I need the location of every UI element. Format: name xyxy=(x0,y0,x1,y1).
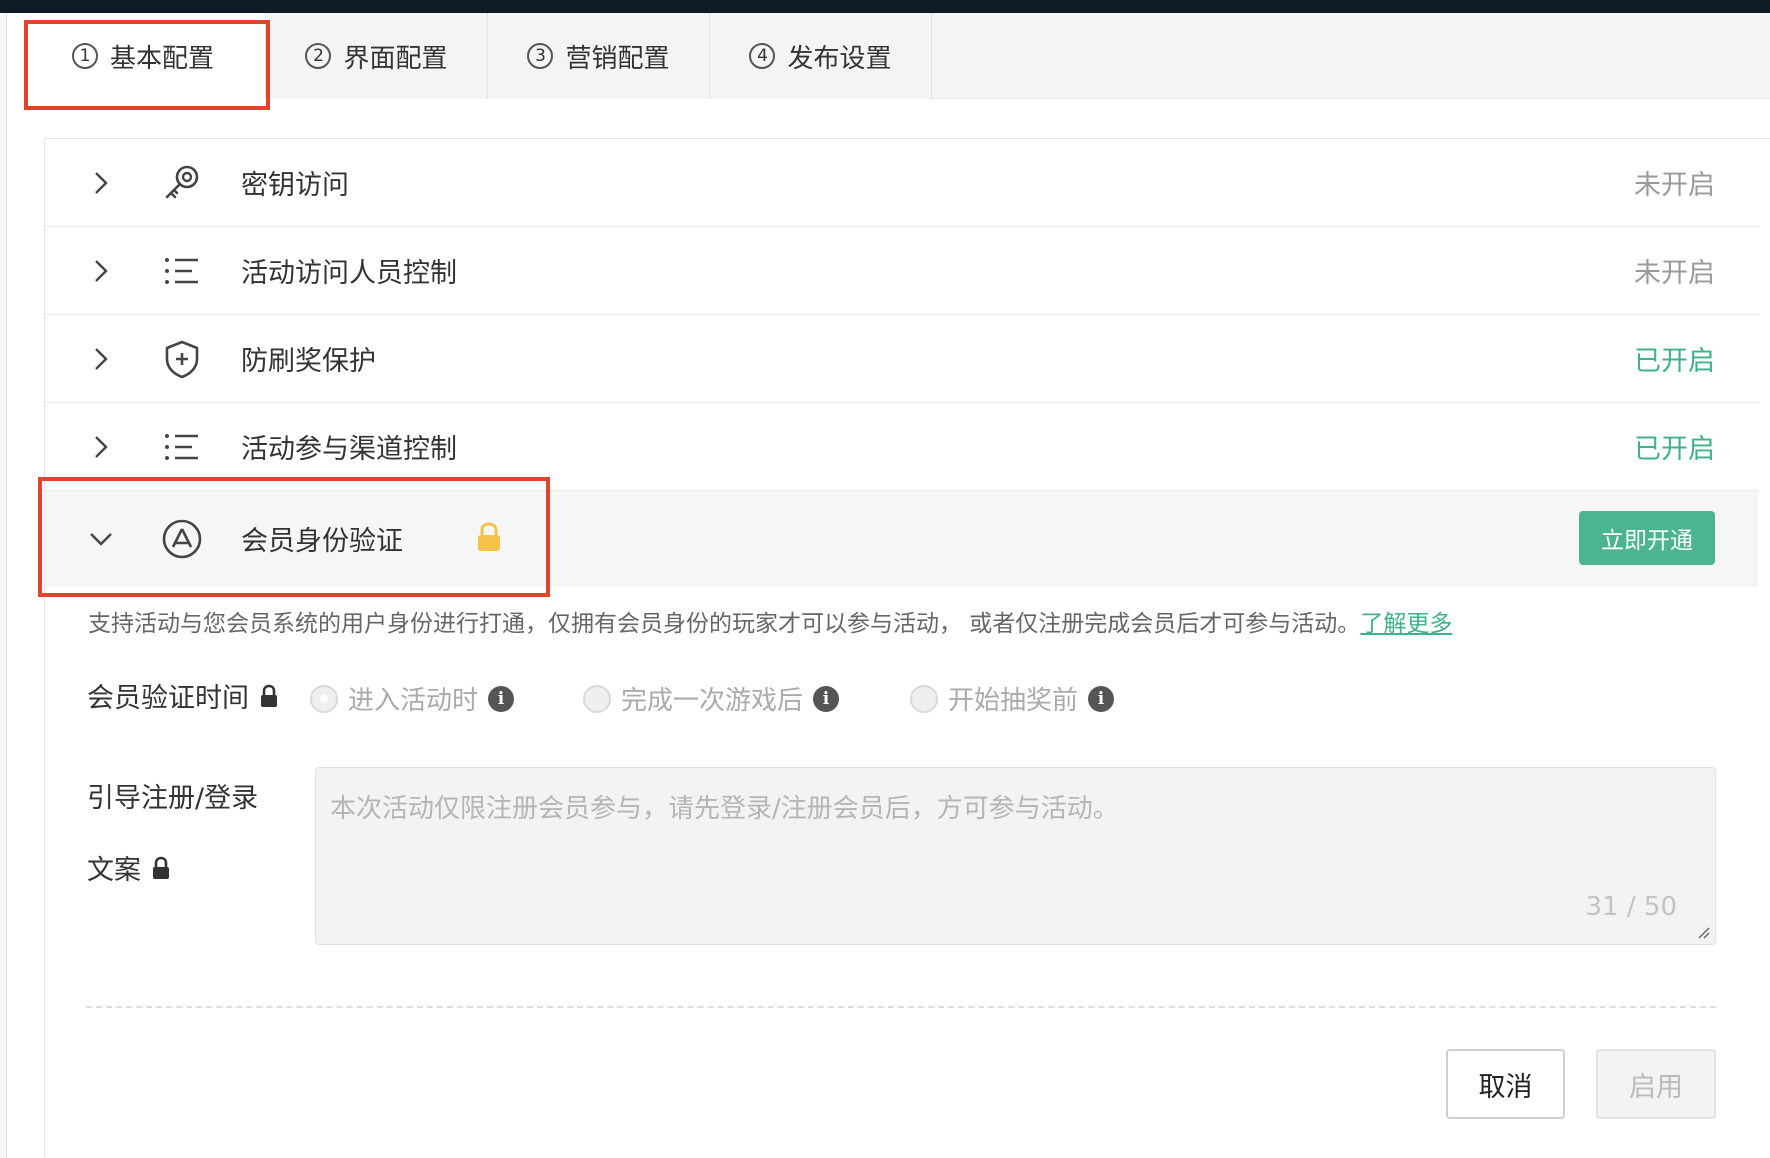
chevron-right-icon xyxy=(95,348,108,370)
guide-label-line1: 引导注册/登录 xyxy=(87,776,258,815)
step-number: 2 xyxy=(305,43,332,69)
row-anti-fraud[interactable]: 防刷奖保护 已开启 xyxy=(45,315,1758,403)
row-label: 活动参与渠道控制 xyxy=(241,434,457,465)
tab-marketing-config[interactable]: 3 营销配置 xyxy=(488,13,710,99)
guide-label-line2: 文案 xyxy=(87,848,171,887)
verify-time-label: 会员验证时间 xyxy=(87,676,279,715)
radio-button[interactable] xyxy=(583,684,611,713)
radio-enter-activity[interactable]: 进入活动时 i xyxy=(310,680,515,717)
left-gutter xyxy=(0,13,7,1158)
list-icon xyxy=(165,258,198,284)
char-counter: 31 / 50 xyxy=(1585,892,1677,922)
row-member-verification[interactable]: 会员身份验证 立即开通 xyxy=(45,491,1758,587)
member-description: 支持活动与您会员系统的用户身份进行打通，仅拥有会员身份的玩家才可以参与活动， 或… xyxy=(88,604,1452,638)
guide-label-text: 引导注册/登录 xyxy=(87,783,259,814)
resize-grip-icon[interactable] xyxy=(1697,926,1711,940)
guide-placeholder: 本次活动仅限注册会员参与，请先登录/注册会员后，方可参与活动。 xyxy=(330,794,1119,824)
learn-more-link[interactable]: 了解更多 xyxy=(1360,611,1452,637)
info-icon[interactable]: i xyxy=(488,685,515,712)
enable-button: 启用 xyxy=(1596,1049,1716,1119)
user-circle-icon xyxy=(162,519,202,559)
verify-time-label-text: 会员验证时间 xyxy=(87,683,249,714)
radio-button[interactable] xyxy=(310,684,338,713)
chevron-down-icon xyxy=(90,533,112,546)
lock-icon xyxy=(153,856,169,879)
tab-publish-settings[interactable]: 4 发布设置 xyxy=(710,13,932,99)
row-label: 防刷奖保护 xyxy=(241,346,376,377)
tab-ui-config[interactable]: 2 界面配置 xyxy=(266,13,488,99)
radio-after-game[interactable]: 完成一次游戏后 i xyxy=(583,680,840,717)
tab-label: 发布设置 xyxy=(787,43,892,74)
tab-label: 营销配置 xyxy=(565,43,670,74)
info-icon[interactable]: i xyxy=(1088,685,1115,712)
status-text: 未开启 xyxy=(1634,258,1715,289)
status-text: 已开启 xyxy=(1634,346,1715,377)
step-number: 3 xyxy=(527,43,554,69)
activate-now-button[interactable]: 立即开通 xyxy=(1579,511,1715,565)
cancel-button[interactable]: 取消 xyxy=(1446,1049,1565,1119)
guide-text-area[interactable]: 本次活动仅限注册会员参与，请先登录/注册会员后，方可参与活动。 31 / 50 xyxy=(315,767,1716,945)
step-number: 4 xyxy=(749,43,776,69)
chevron-right-icon xyxy=(95,172,108,194)
tab-label: 界面配置 xyxy=(343,43,448,74)
row-key-access[interactable]: 密钥访问 未开启 xyxy=(45,139,1758,227)
shield-icon xyxy=(165,340,199,379)
step-tabs: 1 基本配置 2 界面配置 3 营销配置 4 发布设置 xyxy=(21,13,934,99)
row-label: 活动访问人员控制 xyxy=(241,258,457,289)
lock-icon xyxy=(261,684,277,707)
radio-label: 进入活动时 xyxy=(348,686,479,716)
row-channel-control[interactable]: 活动参与渠道控制 已开启 xyxy=(45,403,1758,491)
row-label: 密钥访问 xyxy=(241,170,349,201)
step-number: 1 xyxy=(71,43,98,69)
radio-button[interactable] xyxy=(910,684,938,713)
radio-label: 完成一次游戏后 xyxy=(621,686,804,716)
list-icon xyxy=(165,434,198,460)
key-icon xyxy=(165,165,199,199)
guide-label-text: 文案 xyxy=(87,855,141,886)
tab-label: 基本配置 xyxy=(109,43,214,74)
tab-bar-filler xyxy=(933,13,1770,99)
status-text: 已开启 xyxy=(1634,434,1715,465)
row-visitor-control[interactable]: 活动访问人员控制 未开启 xyxy=(45,227,1758,315)
status-text: 未开启 xyxy=(1634,170,1715,201)
row-label: 会员身份验证 xyxy=(241,526,403,557)
radio-before-draw[interactable]: 开始抽奖前 i xyxy=(910,680,1115,717)
lock-icon xyxy=(478,522,500,551)
description-text: 支持活动与您会员系统的用户身份进行打通，仅拥有会员身份的玩家才可以参与活动， 或… xyxy=(88,611,1361,637)
info-icon[interactable]: i xyxy=(813,685,840,712)
chevron-right-icon xyxy=(95,260,108,282)
dashed-divider xyxy=(86,1006,1716,1008)
radio-label: 开始抽奖前 xyxy=(948,686,1079,716)
chevron-right-icon xyxy=(95,436,108,458)
top-bar xyxy=(0,0,1770,13)
tab-basic-config[interactable]: 1 基本配置 xyxy=(21,13,266,99)
